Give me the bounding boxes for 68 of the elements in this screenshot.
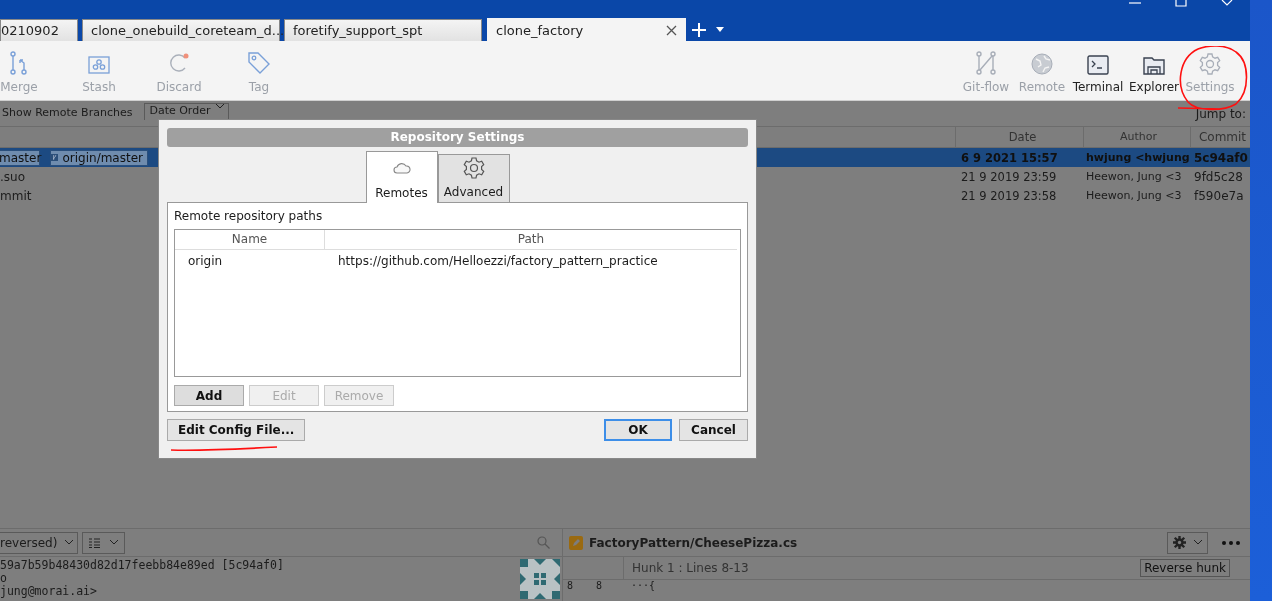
maximize-icon[interactable] <box>1174 0 1188 8</box>
globe-icon <box>1031 53 1053 75</box>
chevron-icon <box>1194 540 1202 545</box>
repo-tab[interactable]: foretify_support_spt <box>284 18 482 41</box>
list-icon <box>89 537 101 548</box>
settings-icon <box>462 157 485 179</box>
chevron-icon <box>216 104 225 109</box>
order-dropdown[interactable]: reversed) <box>0 531 79 554</box>
column-header[interactable]: Author <box>1083 127 1190 147</box>
dialog-tab[interactable]: Advanced <box>437 154 510 202</box>
commit-hash: f590e7a <box>1193 188 1245 203</box>
jump-to-label: Jump to: <box>1195 107 1246 121</box>
branch-icon <box>51 151 59 164</box>
branch-label: origin/master <box>50 149 148 166</box>
commit-detail-line: jung@morai.ai> <box>0 585 98 598</box>
cancel-button[interactable]: Cancel <box>679 419 748 441</box>
commit-author: hwjung <hwjung <box>1085 151 1190 164</box>
reverse-hunk-button[interactable]: Reverse hunk <box>1140 559 1230 577</box>
remote-url[interactable]: https://github.com/Helloezzi/factory_pattern_practice <box>325 254 740 268</box>
commit-detail-line: o <box>0 572 8 585</box>
chevron-icon <box>65 540 74 545</box>
list-action-button[interactable]: Add <box>174 385 244 406</box>
folder-icon <box>1143 55 1165 75</box>
add-icon[interactable] <box>692 22 706 37</box>
remote-name[interactable]: origin <box>175 254 325 268</box>
pencil-icon <box>569 535 583 550</box>
dropdown-icon[interactable] <box>716 27 724 32</box>
stash-icon <box>88 55 110 75</box>
dialog-tab[interactable]: Remotes <box>365 151 438 203</box>
column-header[interactable]: Path <box>325 230 737 249</box>
commit-date: 21 9 2019 23:59 <box>960 169 1058 184</box>
section-label: Remote repository paths <box>174 209 324 223</box>
commit-date: 6 9 2021 15:57 <box>960 150 1059 165</box>
toolbar-button[interactable]: Terminal <box>1070 41 1126 100</box>
file-path: FactoryPattern/CheesePizza.cs <box>589 535 799 550</box>
commit-message: .suo <box>0 169 25 184</box>
more-icon[interactable] <box>1222 540 1240 545</box>
column-header[interactable]: Name <box>175 230 325 249</box>
commit-author: Heewon, Jung <3 <box>1085 170 1183 183</box>
line-number: 8 <box>566 580 575 593</box>
column-header[interactable]: Date <box>955 127 1083 147</box>
line-number: 8 <box>595 580 604 593</box>
commit-author: Heewon, Jung <3 <box>1085 189 1183 202</box>
merge-icon <box>9 51 29 75</box>
settings-dropdown[interactable] <box>1167 531 1208 554</box>
commit-detail-line: 59a7b59b48430d82d17feebb84e89ed [5c94af0] <box>0 559 284 572</box>
commit-hash: 9fd5c28 <box>1193 169 1244 184</box>
terminal-icon <box>1087 55 1109 75</box>
settings-icon <box>1199 53 1221 75</box>
settings-icon <box>1173 536 1186 549</box>
avatar-icon <box>520 559 560 599</box>
show-remote-branches-label[interactable]: Show Remote Branches <box>2 106 133 119</box>
edit-config-button[interactable]: Edit Config File... <box>167 419 306 441</box>
branch-label: master <box>0 149 40 166</box>
discard-icon <box>167 51 191 75</box>
hunk-header: Hunk 1 : Lines 8-13 <box>632 561 750 575</box>
ok-button[interactable]: OK <box>604 419 672 441</box>
dialog-title: Repository Settings <box>167 128 748 147</box>
chevron-icon <box>110 540 119 545</box>
toolbar-button[interactable]: Explorer <box>1126 41 1182 100</box>
cloud-icon <box>392 162 411 174</box>
commit-hash: 5c94af0 <box>1193 150 1249 165</box>
commit-date: 21 9 2019 23:58 <box>960 188 1058 203</box>
tag-icon <box>247 51 271 75</box>
repo-tab[interactable]: 0210902 <box>0 18 78 41</box>
repo-tab[interactable]: clone_factory <box>487 18 686 41</box>
git-flow-icon <box>975 51 997 75</box>
code-line: ···{ <box>631 580 656 593</box>
